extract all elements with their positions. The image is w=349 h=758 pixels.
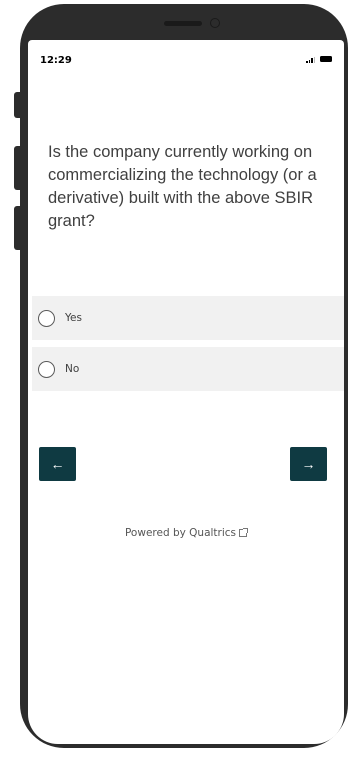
status-icons — [306, 56, 332, 63]
mobile-preview: 12:29 Is the company currently working o… — [0, 0, 349, 758]
choice-no[interactable]: No — [32, 347, 344, 391]
choice-label: Yes — [65, 312, 82, 324]
signal-icon — [306, 56, 315, 63]
radio-circle-icon[interactable] — [38, 360, 55, 378]
back-button[interactable]: ← — [39, 447, 76, 481]
choice-label: No — [65, 363, 80, 375]
powered-by-text: Powered by Qualtrics — [124, 527, 237, 539]
answer-choices: Yes No — [32, 296, 344, 398]
powered-by-link[interactable]: Powered by Qualtrics — [28, 527, 344, 539]
battery-icon — [320, 56, 332, 62]
external-link-icon — [239, 528, 249, 537]
phone-speaker — [164, 21, 202, 26]
phone-camera — [210, 18, 220, 28]
radio-circle-icon[interactable] — [38, 309, 55, 327]
phone-frame: 12:29 Is the company currently working o… — [20, 4, 348, 748]
status-time: 12:29 — [40, 55, 72, 66]
phone-screen: 12:29 Is the company currently working o… — [28, 40, 344, 744]
choice-yes[interactable]: Yes — [32, 296, 344, 340]
question-text: Is the company currently working on comm… — [48, 143, 317, 230]
next-button[interactable]: → — [290, 447, 327, 481]
